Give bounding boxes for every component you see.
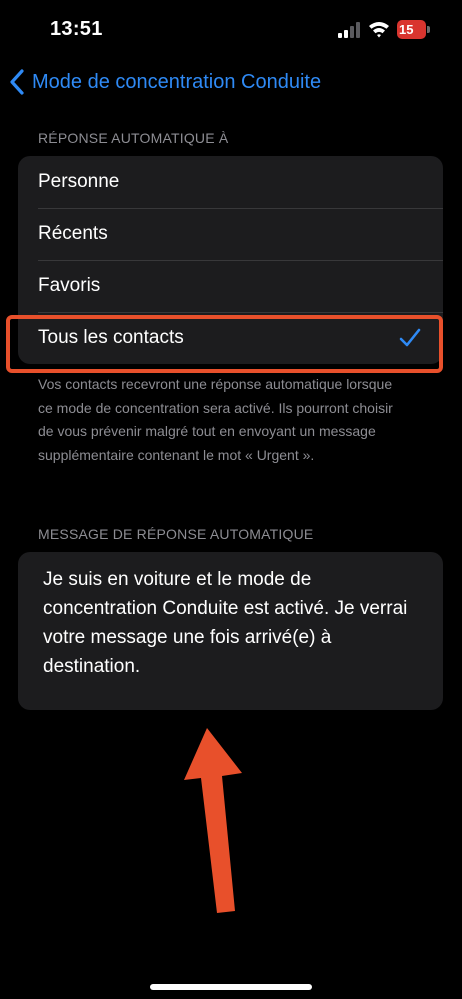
option-label: Personne [38,171,120,192]
battery-level: 15 [399,22,414,37]
option-favoris[interactable]: Favoris [18,260,443,312]
auto-reply-message-field[interactable]: Je suis en voiture et le mode de concent… [18,552,443,710]
selection-highlight-box [6,315,443,373]
status-bar: 13:51 15 [0,0,462,60]
up-arrow-annotation-icon [184,728,242,913]
option-personne[interactable]: Personne [18,156,443,208]
home-indicator[interactable] [150,984,312,990]
option-label: Favoris [38,275,101,296]
status-time: 13:51 [50,18,103,40]
chevron-left-icon [10,69,24,95]
back-button[interactable]: Mode de concentration Conduite [8,66,321,98]
option-label: Récents [38,223,108,244]
wifi-icon [369,22,389,38]
battery-cap [427,26,430,33]
battery-icon: 15 [397,20,431,39]
auto-reply-footer-note: Vos contacts recevront une réponse autom… [38,376,393,463]
message-section-header: MESSAGE DE RÉPONSE AUTOMATIQUE [38,526,314,542]
signal-icon [338,22,360,38]
auto-reply-section-header: RÉPONSE AUTOMATIQUE À [38,130,229,146]
option-recents[interactable]: Récents [18,208,443,260]
back-button-label: Mode de concentration Conduite [32,70,322,93]
